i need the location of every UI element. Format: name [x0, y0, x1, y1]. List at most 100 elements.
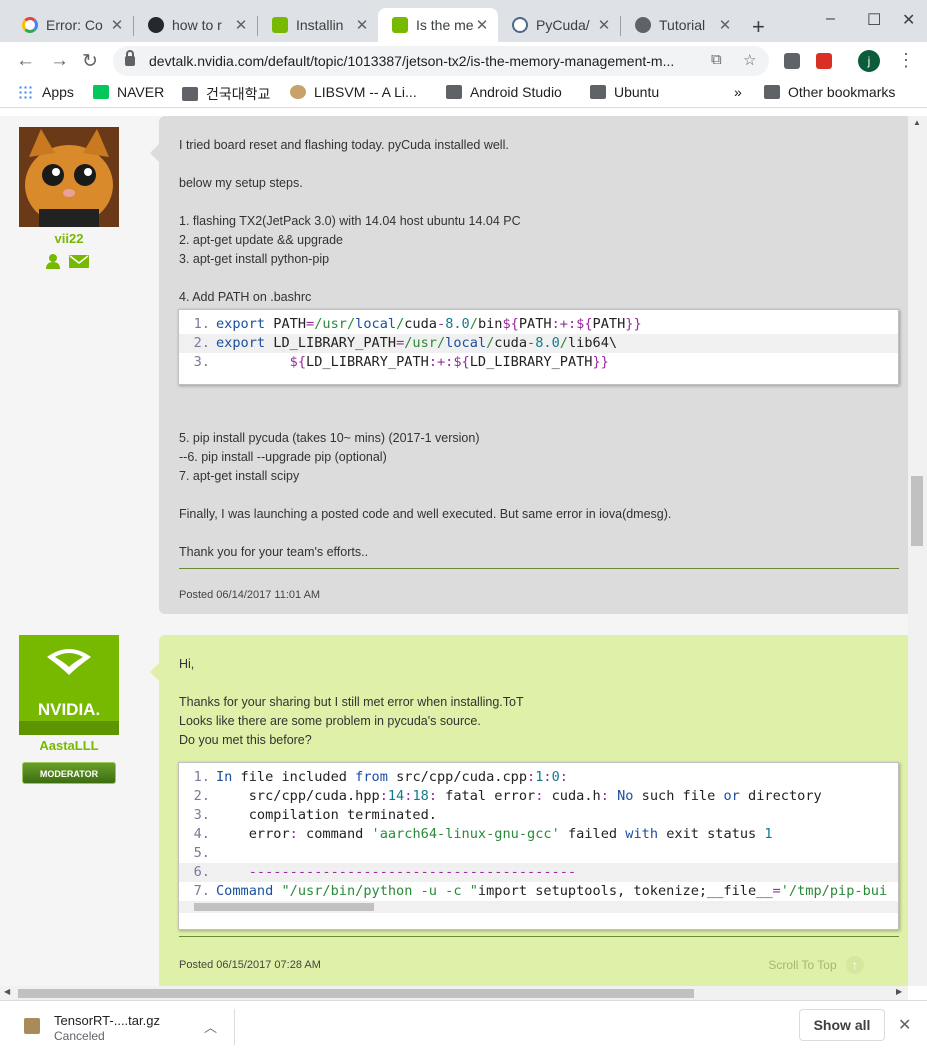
bookmark-ubuntu[interactable]: Ubuntu [590, 84, 659, 100]
close-icon[interactable]: ✕ [354, 16, 370, 34]
post-text-line: 7. apt-get install scipy [179, 469, 300, 483]
scroll-right-arrow-icon[interactable]: ▶ [896, 987, 902, 996]
profile-icon[interactable] [45, 254, 61, 269]
maximize-button[interactable]: ☐ [867, 10, 881, 30]
post-text-line: Thank you for your team's efforts.. [179, 545, 369, 559]
download-file-name[interactable]: TensorRT-....tar.gz [54, 1013, 160, 1028]
bookmark-konkuk[interactable]: 건국대학교 [182, 84, 270, 104]
nvidia-logo-avatar[interactable]: NVIDIA. [19, 635, 119, 735]
close-icon[interactable]: ✕ [233, 16, 249, 34]
nvidia-icon [392, 17, 408, 33]
post-text-line: --6. pip install --upgrade pip (optional… [179, 450, 387, 464]
close-icon[interactable]: ✕ [109, 16, 125, 34]
divider [234, 1009, 235, 1045]
bookmark-naver[interactable]: NAVER [93, 84, 164, 100]
post-body: Hi, Thanks for your sharing but I still … [150, 635, 908, 986]
folder-icon [446, 85, 462, 99]
github-icon [148, 17, 164, 33]
bookmark-label: LIBSVM -- A Li... [314, 84, 417, 100]
browser-toolbar: ← → ↻ devtalk.nvidia.com/default/topic/1… [0, 42, 927, 80]
bookmark-label: NAVER [117, 84, 165, 100]
tab-strip: Error: Co ✕ how to r ✕ Installin ✕ Is th… [0, 0, 927, 42]
bookmark-android-studio[interactable]: Android Studio [446, 84, 562, 100]
nvidia-icon [272, 17, 288, 33]
post-footer: Posted 06/15/2017 07:28 AM Scroll To Top… [179, 945, 899, 985]
scrollbar-thumb[interactable] [194, 903, 374, 911]
chevron-up-icon[interactable]: ︿ [204, 1017, 217, 1036]
code-line: 1. export PATH=/usr/local/cuda-8.0/bin${P… [193, 316, 642, 332]
code-block[interactable]: 1. export PATH=/usr/local/cuda-8.0/bin${P… [178, 309, 899, 385]
scroll-to-top-link[interactable]: Scroll To Top ↑ [768, 945, 864, 985]
window-close-button[interactable]: ✕ [902, 10, 915, 30]
address-bar[interactable]: devtalk.nvidia.com/default/topic/1013387… [113, 46, 769, 76]
bookmark-other[interactable]: Other bookmarks [764, 84, 895, 100]
tab-3-active[interactable]: Is the me ✕ [378, 8, 498, 42]
close-icon[interactable]: ✕ [898, 1015, 911, 1035]
horizontal-scrollbar[interactable]: ◀ ▶ [0, 986, 908, 1000]
post-text-line: 4. Add PATH on .bashrc [179, 290, 312, 304]
post-text-line: 2. apt-get update && upgrade [179, 233, 344, 247]
post-timestamp: Posted 06/15/2017 07:28 AM [179, 959, 321, 971]
tab-5[interactable]: Tutorial ✕ [621, 8, 741, 42]
code-block[interactable]: 1. In file included from src/cpp/cuda.cpp… [178, 762, 899, 930]
url-text[interactable]: devtalk.nvidia.com/default/topic/1013387… [149, 53, 709, 69]
bookmark-label: Apps [42, 84, 74, 100]
tab-title: Error: Co [46, 17, 103, 33]
code-line: 4. error: command 'aarch64-linux-gnu-gcc… [193, 826, 773, 842]
post-text-line [179, 193, 899, 212]
close-icon[interactable]: ✕ [717, 16, 733, 34]
show-all-button[interactable]: Show all [799, 1009, 885, 1041]
tab-title: Installin [296, 17, 344, 33]
scroll-up-arrow-icon[interactable]: ▲ [913, 118, 921, 127]
code-line: 6. -------------------------------------… [179, 863, 898, 882]
profile-avatar[interactable]: j [858, 50, 880, 72]
tab-4[interactable]: PyCuda/ ✕ [498, 8, 620, 42]
username[interactable]: AastaLLL [19, 738, 119, 753]
translate-icon[interactable]: ⧉ [711, 51, 722, 68]
code-line: 1. In file included from src/cpp/cuda.cpp… [193, 769, 568, 785]
tab-2[interactable]: Installin ✕ [258, 8, 378, 42]
envelope-icon[interactable] [69, 255, 89, 268]
close-icon[interactable]: ✕ [474, 16, 490, 34]
code-line: 2. src/cpp/cuda.hpp:14:18: fatal error: … [193, 788, 822, 804]
divider [179, 568, 899, 569]
username[interactable]: vii22 [19, 231, 119, 246]
post-text-line: 5. pip install pycuda (takes 10~ mins) (… [179, 431, 480, 445]
post-text-line [179, 391, 899, 410]
menu-icon[interactable]: ⋮ [897, 50, 915, 71]
new-tab-button[interactable]: + [752, 14, 765, 40]
code-line: 5. [193, 845, 210, 861]
scrollbar-thumb[interactable] [911, 476, 923, 546]
page-content: vii22 I tried board reset and flashing t… [0, 116, 908, 986]
star-icon[interactable]: ☆ [743, 51, 756, 69]
vertical-scrollbar[interactable]: ▲ [908, 116, 927, 986]
back-icon[interactable]: ← [16, 50, 35, 72]
close-icon[interactable]: ✕ [596, 16, 612, 34]
code-line: 7. Command "/usr/bin/python -u -c "import… [193, 883, 888, 899]
bookmark-label: 건국대학교 [206, 86, 271, 102]
tab-0[interactable]: Error: Co ✕ [8, 8, 133, 42]
download-status: Canceled [54, 1029, 105, 1043]
user-avatar[interactable] [19, 127, 119, 227]
tab-1[interactable]: how to r ✕ [134, 8, 257, 42]
scroll-left-arrow-icon[interactable]: ◀ [4, 987, 10, 996]
reload-icon[interactable]: ↻ [82, 50, 98, 73]
post-text-line [179, 674, 899, 693]
bookmark-libsvm[interactable]: LIBSVM -- A Li... [290, 84, 417, 100]
post-timestamp: Posted 06/14/2017 11:01 AM [179, 589, 321, 601]
bookmark-label: Android Studio [470, 84, 562, 100]
code-horizontal-scrollbar[interactable] [179, 901, 898, 913]
bookmark-apps[interactable]: Apps [18, 84, 74, 100]
scrollbar-thumb[interactable] [18, 989, 694, 998]
post-body: I tried board reset and flashing today. … [150, 116, 908, 614]
extension-icon[interactable] [784, 53, 800, 69]
archive-file-icon [24, 1018, 40, 1034]
tab-title: PyCuda/ [536, 17, 590, 33]
post-text-line: Finally, I was launching a posted code a… [179, 507, 672, 521]
post-text-line: Thanks for your sharing but I still met … [179, 695, 524, 709]
tab-title: how to r [172, 17, 222, 33]
minimize-button[interactable]: – [826, 10, 835, 28]
forward-icon[interactable]: → [50, 50, 69, 72]
extension-icon[interactable] [816, 53, 832, 69]
bookmarks-overflow-button[interactable]: » [734, 84, 742, 100]
